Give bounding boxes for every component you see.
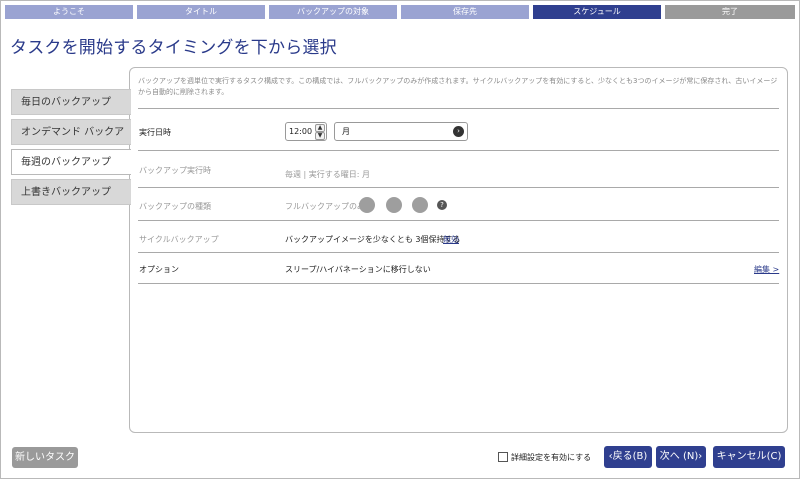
step-title: タイトル xyxy=(137,5,265,19)
backup-type-option-1[interactable] xyxy=(359,197,375,213)
divider xyxy=(138,108,779,109)
step-welcome: ようこそ xyxy=(5,5,133,19)
step-destination: 保存先 xyxy=(401,5,529,19)
backup-type-label: バックアップの種類 xyxy=(139,202,211,211)
time-input[interactable]: 12:00 ▲ ▼ xyxy=(285,122,327,141)
advanced-settings-checkbox[interactable] xyxy=(498,452,508,462)
step-backup-target: バックアップの対象 xyxy=(269,5,397,19)
backup-type-value: フルバックアップのみ xyxy=(285,202,365,211)
tab-on-demand-backup[interactable]: オンデマンド バックアップ xyxy=(11,119,131,164)
step-schedule: スケジュール xyxy=(533,5,661,19)
day-value: 月 xyxy=(342,127,350,136)
backup-run-label: バックアップ実行時 xyxy=(139,166,211,175)
new-task-button[interactable]: 新しいタスク xyxy=(12,447,78,468)
backup-type-option-2[interactable] xyxy=(386,197,402,213)
advanced-settings-label: 詳細設定を有効にする xyxy=(511,453,592,462)
time-down-icon[interactable]: ▼ xyxy=(315,132,325,140)
tab-weekly-backup[interactable]: 毎週のバックアップ xyxy=(11,149,131,175)
progress-steps: ようこそ タイトル バックアップの対象 保存先 スケジュール 完了 xyxy=(5,5,795,19)
schedule-description: バックアップを週単位で実行するタスク構成です。この構成では、フルバックアップのみ… xyxy=(138,77,778,96)
cycle-backup-disabled-link[interactable]: 無効 xyxy=(443,234,459,245)
cancel-button[interactable]: キャンセル(C) xyxy=(713,446,785,468)
backup-run-value: 毎週 | 実行する曜日: 月 xyxy=(285,170,371,179)
step-finish: 完了 xyxy=(665,5,795,19)
time-value: 12:00 xyxy=(289,127,313,136)
divider xyxy=(138,252,779,253)
page-title: タスクを開始するタイミングを下から選択 xyxy=(10,38,337,58)
back-button[interactable]: ‹戻る(B) xyxy=(604,446,652,468)
divider xyxy=(138,283,779,284)
chevron-right-icon: › xyxy=(453,126,464,137)
tab-overwrite-backup[interactable]: 上書きバックアップ xyxy=(11,179,131,205)
divider xyxy=(138,187,779,188)
cycle-backup-label: サイクルバックアップ xyxy=(139,235,219,244)
divider xyxy=(138,220,779,221)
help-icon[interactable]: ? xyxy=(437,200,447,210)
day-select[interactable]: 月 › xyxy=(334,122,468,141)
divider xyxy=(138,150,779,151)
options-value: スリープ/ハイバネーションに移行しない xyxy=(285,265,431,274)
next-button[interactable]: 次へ (N)› xyxy=(656,446,706,468)
cycle-backup-value: バックアップイメージを少なくとも 3個保持する xyxy=(285,235,461,244)
backup-type-option-3[interactable] xyxy=(412,197,428,213)
tab-daily-backup[interactable]: 毎日のバックアップ xyxy=(11,89,131,115)
time-up-icon[interactable]: ▲ xyxy=(315,124,325,132)
options-edit-link[interactable]: 編集 > xyxy=(754,264,779,275)
run-time-label: 実行日時 xyxy=(139,128,171,137)
options-label: オプション xyxy=(139,265,179,274)
